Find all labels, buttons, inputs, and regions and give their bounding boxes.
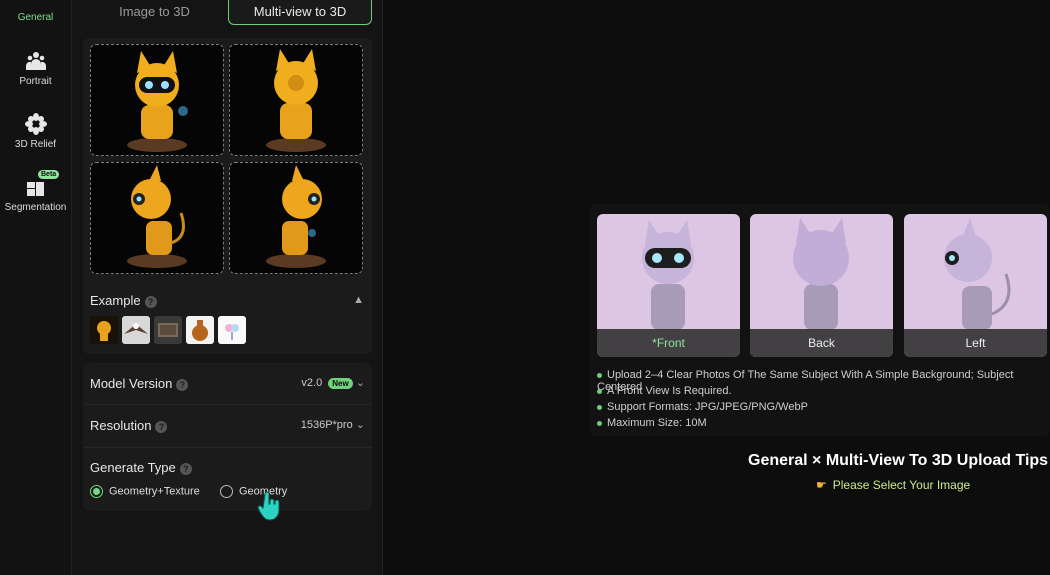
example-text: Example [90, 293, 141, 308]
sidebar-item-label: 3D Relief [14, 139, 57, 150]
sidebar-item-portrait[interactable]: Portrait [0, 50, 71, 87]
view-slot-right[interactable] [229, 162, 363, 274]
resolution-value[interactable]: 1536P*pro ⌄ [301, 418, 365, 431]
cat-example-image [97, 321, 111, 341]
divider [83, 404, 372, 405]
help-icon[interactable]: ? [155, 420, 168, 433]
upload-tips-panel: *Front Back Left Upload 2–4 Clear Photos… [589, 204, 1050, 436]
robot-cat-left-image [127, 165, 187, 268]
resolution-row[interactable]: Resolution? 1536P*pro ⌄ [90, 418, 365, 433]
upload-card: Example? ▲ [83, 38, 372, 354]
tip-item: A Front View Is Required. [597, 385, 732, 397]
sidebar-item-label: General [17, 12, 54, 23]
sidebar: General Portrait 3D Relief Beta Segmenta… [0, 0, 72, 575]
vase-example-image [192, 320, 208, 341]
view-slot-back[interactable] [229, 44, 363, 156]
example-label: Example? [90, 293, 157, 308]
settings-card: Model Version? v2.0 New ⌄ Resolution? 15… [83, 363, 372, 511]
view-slot-front[interactable] [90, 44, 224, 156]
sidebar-item-general[interactable]: General [0, 0, 71, 28]
hint-text: Please Select Your Image [832, 478, 971, 492]
robot-cat-front-image [127, 51, 188, 152]
segment-icon [26, 182, 44, 196]
view-slot-left[interactable] [90, 162, 224, 274]
model-version-label: Model Version [90, 376, 173, 391]
radio-geometry-texture[interactable]: Geometry+Texture [90, 485, 200, 498]
preview-front: *Front [597, 214, 740, 357]
view-caption: Left [904, 329, 1047, 357]
pointing-hand-icon: ☛ [816, 478, 827, 492]
select-image-hint[interactable]: ☛ Please Select Your Image [816, 478, 970, 492]
resolution-label: Resolution [90, 418, 152, 433]
view-caption: *Front [597, 329, 740, 357]
tab-multi-view-to-3d[interactable]: Multi-view to 3D [228, 0, 372, 25]
eagle-example-image [124, 323, 148, 334]
generate-type-label: Generate Type [90, 460, 176, 475]
tip-item: Maximum Size: 10M [597, 417, 707, 429]
sidebar-item-segmentation[interactable]: Beta Segmentation [0, 170, 71, 213]
preview-left: Left [904, 214, 1047, 357]
radio-selected-icon [90, 485, 103, 498]
resolution-text: 1536P*pro [300, 419, 353, 431]
help-icon[interactable]: ? [176, 378, 189, 391]
radio-label: Geometry+Texture [109, 485, 200, 498]
gear-flower-icon [24, 113, 47, 135]
chevron-down-icon: ⌄ [355, 377, 365, 389]
people-icon [25, 52, 46, 70]
input-panel: Image to 3D Multi-view to 3D Example ? ▲… [72, 0, 383, 575]
sidebar-item-3d-relief[interactable]: 3D Relief [0, 113, 71, 150]
flower-example-image [225, 324, 239, 340]
tips-title: General × Multi-View To 3D Upload Tips [748, 452, 1049, 469]
chevron-up-icon[interactable]: ▲ [353, 294, 364, 306]
example-thumb-vase[interactable] [186, 316, 214, 344]
example-thumb-box[interactable] [154, 316, 182, 344]
tab-image-to-3d[interactable]: Image to 3D [83, 0, 226, 24]
example-thumb-cat[interactable] [90, 316, 118, 344]
preview-back: Back [750, 214, 893, 357]
box-example-image [158, 323, 178, 337]
tip-item: Support Formats: JPG/JPEG/PNG/WebP [597, 401, 808, 413]
model-version-value[interactable]: v2.0 New ⌄ [301, 376, 365, 389]
model-version-row[interactable]: Model Version? v2.0 New ⌄ [90, 376, 365, 391]
help-icon[interactable]: ? [179, 462, 192, 475]
robot-cat-back-image [266, 49, 326, 152]
radio-unselected-icon [220, 485, 233, 498]
example-thumb-flower[interactable] [218, 316, 246, 344]
robot-cat-right-image [266, 165, 326, 268]
example-thumb-eagle[interactable] [122, 316, 150, 344]
help-icon[interactable]: ? [144, 295, 157, 308]
model-version-text: v2.0 [301, 377, 323, 389]
chevron-down-icon: ⌄ [355, 419, 365, 431]
hand-pointer-icon [257, 492, 280, 521]
sidebar-item-label: Segmentation [4, 202, 67, 213]
generate-type-row: Generate Type? [90, 460, 365, 475]
beta-badge: Beta [38, 170, 60, 179]
divider [83, 447, 372, 448]
sidebar-item-label: Portrait [19, 76, 52, 87]
view-caption: Back [750, 329, 893, 357]
new-badge: New [328, 378, 353, 389]
